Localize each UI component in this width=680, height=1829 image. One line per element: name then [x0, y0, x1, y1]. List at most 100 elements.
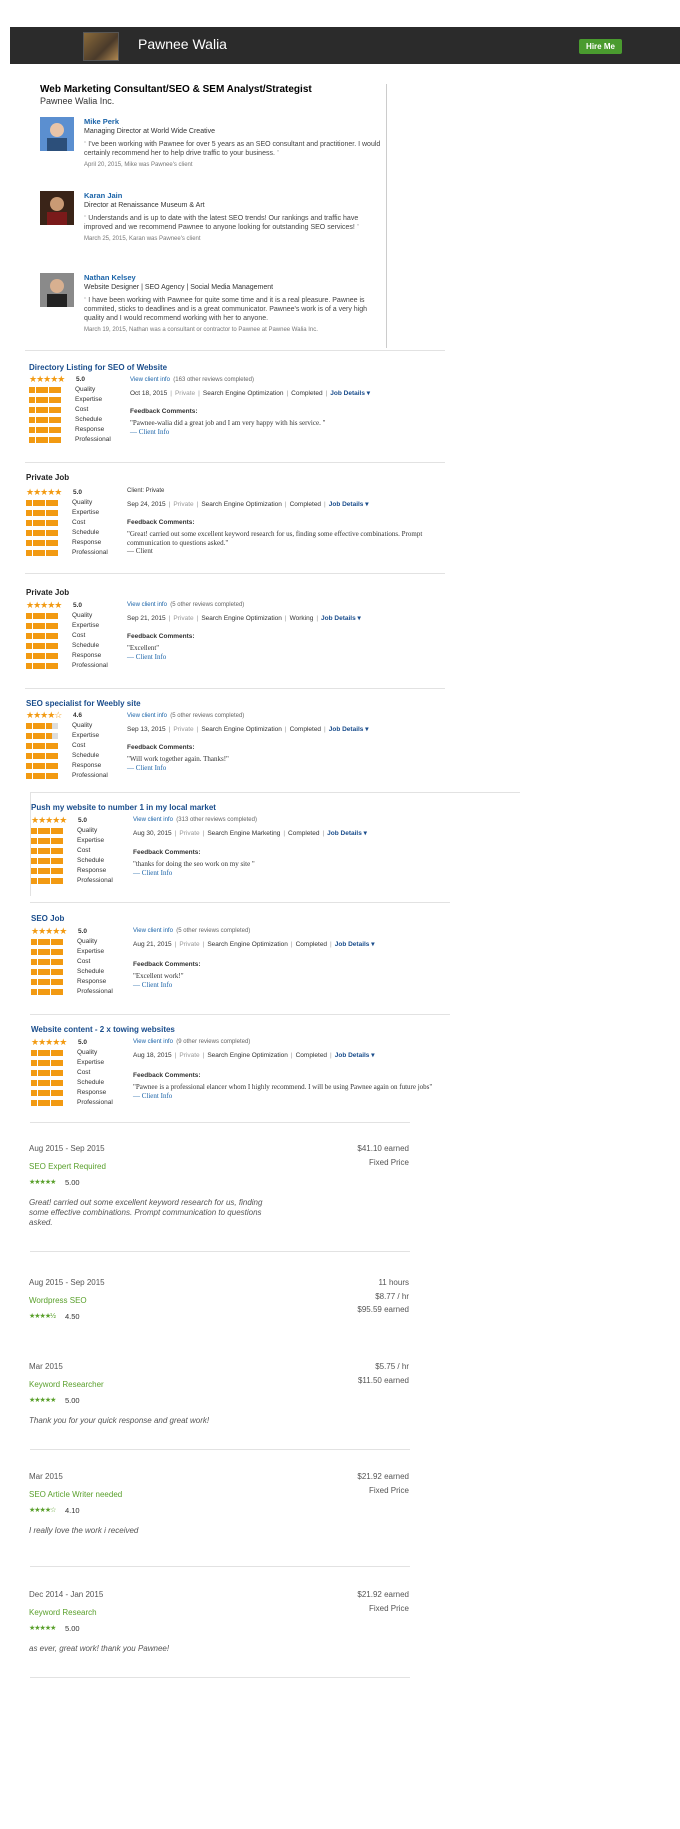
- review-title[interactable]: Private Job: [26, 588, 69, 597]
- review-meta: Sep 24, 2015 | Private | Search Engine Optim…: [127, 501, 369, 508]
- feedback-heading: Feedback Comments:: [127, 744, 195, 751]
- criteria-bars: [29, 385, 62, 445]
- job-feedback: I really love the work i received: [29, 1526, 139, 1535]
- job-earnings: $5.75 / hr $11.50 earned: [357, 1362, 409, 1385]
- quote-open-icon: “: [84, 215, 87, 222]
- job-details-link[interactable]: Job Details ▾: [327, 830, 367, 837]
- client-info-link[interactable]: — Client Info: [133, 869, 443, 878]
- feedback-heading: Feedback Comments:: [127, 519, 195, 526]
- job-title-link[interactable]: SEO Expert Required: [29, 1162, 106, 1171]
- job-details-link[interactable]: Job Details ▾: [329, 501, 369, 508]
- review-score: 5.0: [78, 817, 88, 824]
- star-rating-icon: ★★★★★: [29, 374, 65, 384]
- client-info-link[interactable]: — Client Info: [127, 653, 437, 662]
- job-score: 5.00: [65, 1178, 80, 1187]
- view-client-info-link[interactable]: View client info (9 other reviews comple…: [133, 1039, 250, 1045]
- divider: [30, 1677, 410, 1678]
- divider: [30, 1566, 410, 1567]
- review-title[interactable]: SEO specialist for Weebly site: [26, 699, 141, 708]
- job-title-link[interactable]: Wordpress SEO: [29, 1296, 87, 1305]
- linkedin-recommendations: Web Marketing Consultant/SEO & SEM Analy…: [40, 84, 385, 333]
- job-details-link[interactable]: Job Details ▾: [335, 1052, 375, 1059]
- review-meta: Oct 18, 2015 | Private | Search Engine Optim…: [130, 390, 371, 397]
- feedback-text: "Pawnee-walia did a great job and I am v…: [130, 419, 440, 436]
- job-earnings: $41.10 earned Fixed Price: [357, 1144, 409, 1167]
- star-rating-icon: ★★★★☆: [26, 710, 62, 720]
- job-title-link[interactable]: Keyword Researcher: [29, 1380, 104, 1389]
- client-info-link[interactable]: — Client Info: [130, 428, 440, 437]
- recommender-name[interactable]: Karan Jain: [84, 191, 384, 200]
- divider: [30, 1449, 410, 1450]
- review-score: 5.0: [76, 376, 86, 383]
- star-rating-icon: ★★★★★: [31, 1037, 67, 1047]
- divider: [25, 688, 445, 689]
- feedback-text: "Excellent" — Client Info: [127, 644, 437, 661]
- recommender-name[interactable]: Mike Perk: [84, 117, 384, 126]
- criteria-labels: Quality Expertise Cost Schedule Response Prof…: [77, 1049, 113, 1106]
- job-date-range: Mar 2015: [29, 1472, 63, 1481]
- quote-close-icon: ”: [276, 150, 280, 157]
- job-title-link[interactable]: Keyword Research: [29, 1608, 97, 1617]
- job-earnings: $21.92 earned Fixed Price: [357, 1472, 409, 1495]
- job-title-link[interactable]: SEO Article Writer needed: [29, 1490, 122, 1499]
- profile-name: Pawnee Walia: [138, 36, 227, 52]
- quote-open-icon: “: [84, 297, 87, 304]
- job-details-link[interactable]: Job Details ▾: [329, 726, 369, 733]
- job-date-range: Aug 2015 - Sep 2015: [29, 1144, 105, 1153]
- recommender-photo[interactable]: [40, 273, 74, 307]
- feedback-text: "Great! carried out some excellent keywo…: [127, 530, 423, 555]
- recommendation-date: March 25, 2015, Karan was Pawnee's clien…: [84, 236, 201, 242]
- criteria-labels: Quality Expertise Cost Schedule Response Prof…: [77, 938, 113, 995]
- review-title[interactable]: Directory Listing for SEO of Website: [29, 363, 167, 372]
- review-score: 5.0: [78, 1039, 88, 1046]
- view-client-info-link[interactable]: View client info (5 other reviews comple…: [133, 928, 250, 934]
- criteria-bars: [31, 826, 64, 886]
- feedback-text: "Will work together again. Thanks!" — Cli…: [127, 755, 437, 772]
- view-client-info-link[interactable]: View client info (5 other reviews comple…: [127, 713, 244, 719]
- criteria-bars: [26, 611, 59, 671]
- review-score: 5.0: [73, 602, 83, 609]
- position-title: Web Marketing Consultant/SEO & SEM Analy…: [40, 84, 312, 95]
- review-title[interactable]: Push my website to number 1 in my local …: [31, 803, 216, 812]
- job-details-link[interactable]: Job Details ▾: [335, 941, 375, 948]
- review-title[interactable]: SEO Job: [31, 914, 64, 923]
- feedback-heading: Feedback Comments:: [127, 633, 195, 640]
- client-info-link[interactable]: — Client Info: [133, 1092, 443, 1101]
- criteria-labels: Quality Expertise Cost Schedule Response Prof…: [77, 827, 113, 884]
- client-info-link[interactable]: — Client Info: [133, 981, 443, 990]
- divider: [30, 1014, 450, 1015]
- recommender-photo[interactable]: [40, 191, 74, 225]
- star-rating-icon: ★★★★½: [29, 1313, 56, 1320]
- client-info-link[interactable]: — Client Info: [127, 764, 437, 773]
- review-score: 4.6: [73, 712, 83, 719]
- hire-me-button[interactable]: Hire Me: [579, 39, 622, 54]
- feedback-heading: Feedback Comments:: [133, 961, 201, 968]
- view-client-info-link[interactable]: View client info (163 other reviews comp…: [130, 377, 254, 383]
- recommender-role: Director at Renaissance Museum & Art: [84, 202, 205, 209]
- criteria-labels: Quality Expertise Cost Schedule Response Prof…: [72, 722, 108, 779]
- quote-close-icon: ”: [356, 224, 360, 231]
- view-client-info-link[interactable]: View client info (5 other reviews comple…: [127, 602, 244, 608]
- recommender-photo[interactable]: [40, 117, 74, 151]
- job-details-link[interactable]: Job Details ▾: [321, 615, 361, 622]
- work-history-item: Dec 2014 - Jan 2015 Keyword Research ★★★…: [29, 1590, 409, 1680]
- criteria-bars: [26, 498, 59, 558]
- divider: [25, 573, 445, 574]
- job-date-range: Aug 2015 - Sep 2015: [29, 1278, 105, 1287]
- view-client-info-link[interactable]: View client info (313 other reviews comp…: [133, 817, 257, 823]
- review-title[interactable]: Website content - 2 x towing websites: [31, 1025, 175, 1034]
- feedback-text: "Pawnee is a professional elancer whom I…: [133, 1083, 443, 1100]
- recommender-name[interactable]: Nathan Kelsey: [84, 273, 384, 282]
- divider: [30, 792, 520, 793]
- review-title[interactable]: Private Job: [26, 473, 69, 482]
- feedback-text: "thanks for doing the seo work on my sit…: [133, 860, 443, 877]
- job-details-link[interactable]: Job Details ▾: [330, 390, 370, 397]
- divider: [25, 350, 445, 351]
- recommendation-text: “ I've been working with Pawnee for over…: [84, 141, 381, 157]
- position-company: Pawnee Walia Inc.: [40, 96, 115, 106]
- job-score: 5.00: [65, 1624, 80, 1633]
- divider: [25, 462, 445, 463]
- criteria-labels: Quality Expertise Cost Schedule Response Prof…: [72, 499, 108, 556]
- recommendation-text: “ Understands and is up to date with the…: [84, 215, 360, 231]
- review-score: 5.0: [73, 489, 83, 496]
